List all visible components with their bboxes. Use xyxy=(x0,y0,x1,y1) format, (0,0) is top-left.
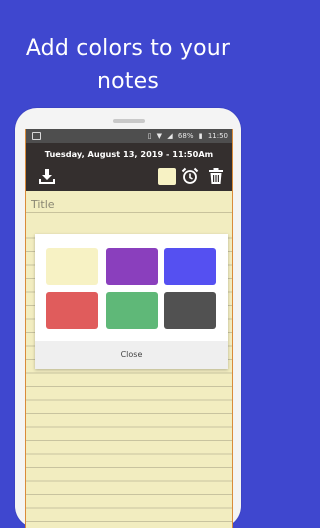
signal-icon: ◢ xyxy=(167,132,173,140)
color-option-red[interactable] xyxy=(46,292,98,329)
color-option-purple[interactable] xyxy=(106,248,158,285)
color-option-blue[interactable] xyxy=(164,248,216,285)
color-option-gray[interactable] xyxy=(164,292,216,329)
vibrate-icon: ▯ xyxy=(147,132,152,140)
app-screen: ▯ ▼ ◢ 68% ▮ 11:50 Tuesday, August 13, 20… xyxy=(25,129,233,528)
color-grid xyxy=(46,248,218,330)
image-notification-icon xyxy=(32,132,41,140)
color-picker-swatch[interactable] xyxy=(158,168,176,185)
download-icon[interactable] xyxy=(38,167,56,185)
color-option-cream[interactable] xyxy=(46,248,98,285)
phone-speaker xyxy=(113,119,145,123)
phone-frame: ▯ ▼ ◢ 68% ▮ 11:50 Tuesday, August 13, 20… xyxy=(15,108,241,528)
close-button[interactable]: Close xyxy=(35,341,228,369)
headline-line-1: Add colors to your xyxy=(25,36,231,61)
color-option-green[interactable] xyxy=(106,292,158,329)
status-bar: ▯ ▼ ◢ 68% ▮ 11:50 xyxy=(26,129,232,143)
color-picker-dialog: Close xyxy=(35,234,228,369)
trash-icon[interactable] xyxy=(208,167,224,185)
battery-percent: 68% xyxy=(177,132,194,140)
note-toolbar: Tuesday, August 13, 2019 - 11:50Am xyxy=(26,143,232,191)
alarm-clock-icon[interactable] xyxy=(181,167,199,185)
clock: 11:50 xyxy=(207,132,228,140)
headline-line-2: notes xyxy=(96,69,160,94)
battery-icon: ▮ xyxy=(198,132,203,140)
wifi-icon: ▼ xyxy=(156,132,163,140)
note-date: Tuesday, August 13, 2019 - 11:50Am xyxy=(44,149,214,159)
status-bar-right: ▯ ▼ ◢ 68% ▮ 11:50 xyxy=(145,129,228,143)
promo-headline: Add colors to your notes xyxy=(0,32,256,98)
